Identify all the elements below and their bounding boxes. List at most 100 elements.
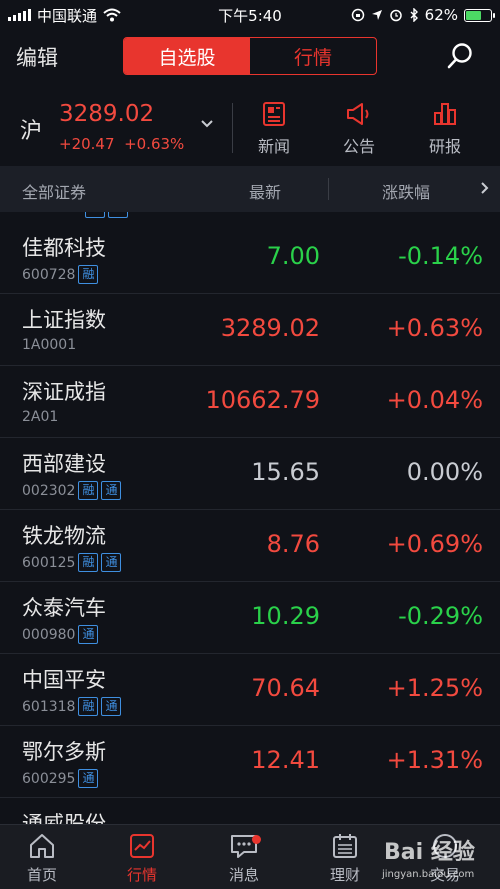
- column-all-securities[interactable]: 全部证券: [22, 179, 86, 203]
- alarm-icon: [389, 9, 402, 22]
- index-change: +20.47 +0.63%: [59, 135, 184, 153]
- index-change-pct: +0.63%: [124, 135, 185, 153]
- tab-quotes[interactable]: 行情: [102, 831, 182, 885]
- stock-code-text: 600295: [22, 770, 76, 787]
- margin-tag: 融: [78, 697, 99, 716]
- connect-tag: 通: [78, 625, 99, 644]
- stock-code: 601318 融通: [22, 697, 122, 716]
- news-button[interactable]: 新闻: [244, 101, 304, 157]
- news-icon: [263, 102, 285, 126]
- stock-change-pct: +1.31%: [386, 746, 483, 774]
- column-change-pct[interactable]: 涨跌幅: [382, 179, 430, 203]
- stock-row[interactable]: 鄂尔多斯 600295 通 12.41 +1.31%: [0, 726, 500, 798]
- stock-name: 上证指数: [22, 308, 106, 332]
- stock-code: 002302 融通: [22, 481, 122, 500]
- index-summary: 沪 3289.02 +20.47 +0.63% 新闻 公告 研报: [0, 95, 500, 165]
- stock-price: 15.65: [251, 458, 320, 486]
- stock-change-pct: 0.00%: [406, 458, 483, 486]
- watermark-brand: Bai 经验: [384, 840, 475, 865]
- stock-change-pct: +0.69%: [386, 530, 483, 558]
- calendar-icon: [333, 834, 357, 858]
- stock-code: 600295 通: [22, 769, 99, 788]
- stock-code-text: 000980: [22, 626, 76, 643]
- stock-row[interactable]: 铁龙物流 600125 融通 8.76 +0.69%: [0, 510, 500, 582]
- stock-price: 12.41: [251, 746, 320, 774]
- column-latest-price[interactable]: 最新: [249, 179, 281, 203]
- tab-finance[interactable]: 理财: [305, 831, 385, 885]
- stock-code-text: 600125: [22, 554, 76, 571]
- stock-change-pct: +1.25%: [386, 674, 483, 702]
- megaphone-icon: [347, 103, 369, 125]
- connect-tag: 通: [101, 553, 122, 572]
- partial-row-tags: [85, 212, 128, 218]
- news-label: 新闻: [257, 137, 290, 156]
- stock-change-pct: -0.29%: [398, 602, 483, 630]
- status-bar: 中国联通 下午5:40 62%: [0, 0, 500, 30]
- stock-list[interactable]: 佳都科技 600728 融 7.00 -0.14% 上证指数 1A0001 3289.02 +0…: [0, 212, 500, 824]
- research-button[interactable]: 研报: [415, 101, 475, 157]
- stock-price: 3289.02: [220, 314, 320, 342]
- edit-button[interactable]: 编辑: [16, 42, 58, 72]
- connect-tag: 通: [101, 697, 122, 716]
- stock-code: 600125 融通: [22, 553, 122, 572]
- chevron-right-icon[interactable]: [480, 181, 490, 195]
- stock-row[interactable]: 深证成指 2A01 10662.79 +0.04%: [0, 366, 500, 438]
- stock-change-pct: -0.14%: [398, 242, 483, 270]
- line-chart-icon: [130, 834, 154, 858]
- stock-price: 10662.79: [205, 386, 320, 414]
- tab-watchlist[interactable]: 自选股: [124, 38, 250, 74]
- watermark-url: jingyan.baidu.com: [382, 869, 475, 880]
- stock-code: 600728 融: [22, 265, 99, 284]
- index-value: 3289.02: [59, 101, 155, 127]
- stock-name: 通威股份: [22, 812, 106, 824]
- stock-code-text: 1A0001: [22, 337, 77, 353]
- stock-price: 70.64: [251, 674, 320, 702]
- tab-home[interactable]: 首页: [2, 831, 82, 885]
- stock-name: 鄂尔多斯: [22, 740, 106, 764]
- stock-price: 10.29: [251, 602, 320, 630]
- margin-tag: 融: [78, 481, 99, 500]
- stock-row[interactable]: 众泰汽车 000980 通 10.29 -0.29%: [0, 582, 500, 654]
- stock-code: 1A0001: [22, 337, 76, 353]
- connect-tag: [108, 212, 128, 218]
- tab-messages-label: 消息: [228, 866, 259, 884]
- chevron-down-icon[interactable]: [200, 117, 214, 131]
- battery-percent: 62%: [424, 6, 458, 24]
- stock-code: 2A01: [22, 409, 58, 425]
- tab-messages[interactable]: 消息: [204, 831, 284, 885]
- nav-header: 编辑 自选股 行情: [0, 30, 500, 85]
- stock-code-text: 002302: [22, 482, 76, 499]
- segment-control: 自选股 行情: [123, 37, 377, 75]
- stock-row[interactable]: 西部建设 002302 融通 15.65 0.00%: [0, 438, 500, 510]
- stock-name: 中国平安: [22, 668, 106, 692]
- announcement-button[interactable]: 公告: [329, 101, 389, 157]
- stock-row[interactable]: 通威股份: [0, 798, 500, 824]
- stock-code-text: 2A01: [22, 409, 59, 425]
- search-icon[interactable]: [446, 42, 474, 70]
- stock-row[interactable]: 上证指数 1A0001 3289.02 +0.63%: [0, 294, 500, 366]
- market-label: 沪: [20, 119, 43, 144]
- tab-finance-label: 理财: [329, 866, 360, 884]
- stock-code-text: 601318: [22, 698, 76, 715]
- stock-price: 8.76: [266, 530, 320, 558]
- connect-tag: 通: [101, 481, 122, 500]
- tab-home-label: 首页: [26, 866, 57, 884]
- stock-code-text: 600728: [22, 266, 76, 283]
- margin-tag: [85, 212, 105, 218]
- location-icon: [371, 10, 382, 20]
- stock-price: 7.00: [266, 242, 320, 270]
- research-label: 研报: [428, 137, 461, 156]
- tab-market[interactable]: 行情: [250, 38, 376, 74]
- column-header: 全部证券 最新 涨跌幅: [0, 166, 500, 212]
- stock-name: 西部建设: [22, 452, 106, 476]
- divider: [328, 178, 329, 200]
- bluetooth-icon: [410, 8, 418, 22]
- stock-row[interactable]: 佳都科技 600728 融 7.00 -0.14%: [0, 222, 500, 294]
- stock-row[interactable]: 中国平安 601318 融通 70.64 +1.25%: [0, 654, 500, 726]
- stock-change-pct: +0.63%: [386, 314, 483, 342]
- margin-tag: 融: [78, 265, 99, 284]
- tab-quotes-label: 行情: [126, 866, 157, 884]
- rotation-lock-icon: [351, 8, 364, 22]
- bar-chart-icon: [434, 103, 456, 125]
- margin-tag: 融: [78, 553, 99, 572]
